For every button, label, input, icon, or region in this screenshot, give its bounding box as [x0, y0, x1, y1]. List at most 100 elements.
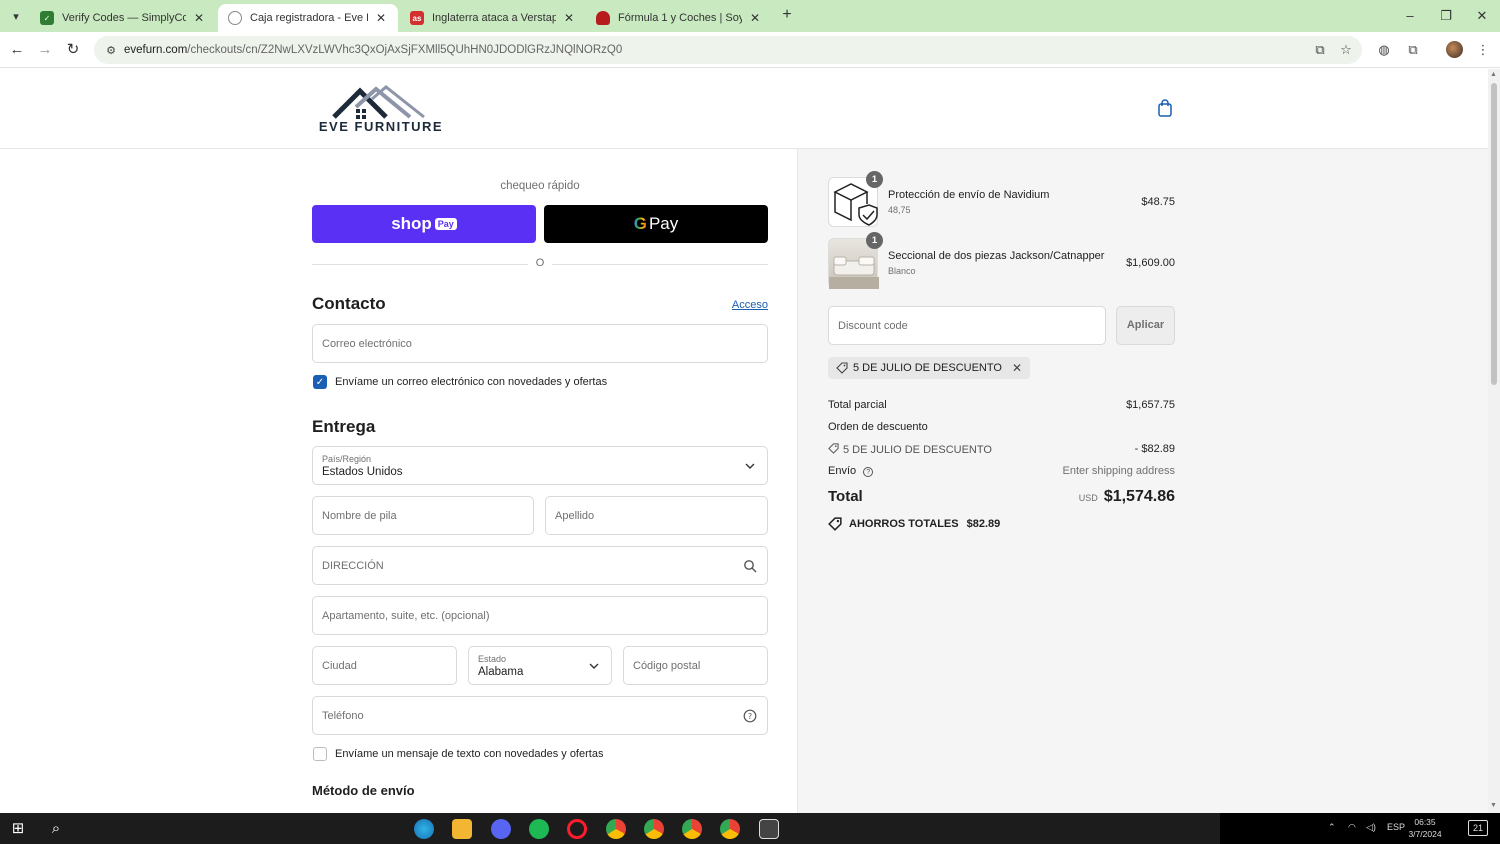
- page-scrollbar[interactable]: ▲ ▼: [1488, 69, 1500, 813]
- chrome-icon[interactable]: [682, 819, 702, 839]
- cart-item: 1 Seccional de dos piezas Jackson/Catnap…: [828, 232, 1175, 289]
- chrome-icon[interactable]: [644, 819, 664, 839]
- tab-eve-furniture[interactable]: Caja registradora - Eve Furniture ✕: [218, 4, 398, 32]
- simplycodes-icon: ✓: [40, 11, 54, 25]
- city-field[interactable]: Ciudad: [312, 646, 457, 685]
- svg-text:?: ?: [748, 712, 752, 721]
- tab-as[interactable]: as Inglaterra ataca a Verstappen: "... ✕: [400, 4, 586, 32]
- subtotal-row: Total parcial $1,657.75: [828, 399, 1175, 411]
- discount-code-row: 5 DE JULIO DE DESCUENTO - $82.89: [828, 443, 1175, 456]
- tab-simplycodes[interactable]: ✓ Verify Codes — SimplyCodes ✕: [30, 4, 216, 32]
- discord-icon[interactable]: [491, 819, 511, 839]
- product-thumbnail: 1: [828, 232, 883, 289]
- minimize-icon[interactable]: –: [1400, 6, 1420, 26]
- menu-kebab-icon[interactable]: ⋮: [1473, 40, 1493, 60]
- network-icon[interactable]: ◠: [1348, 822, 1356, 833]
- calculator-icon[interactable]: [759, 819, 779, 839]
- translate-icon[interactable]: ⧉: [1310, 40, 1330, 60]
- last-name-field[interactable]: Apellido: [545, 496, 768, 535]
- scroll-down-icon[interactable]: ▼: [1490, 802, 1497, 809]
- store-logo[interactable]: EVE FURNITURE: [316, 85, 446, 135]
- help-circle-icon[interactable]: ?: [743, 709, 757, 723]
- country-select[interactable]: País/Región Estados Unidos: [312, 446, 768, 485]
- search-icon[interactable]: [743, 559, 757, 573]
- delivery-title: Entrega: [312, 417, 376, 436]
- close-tab-icon[interactable]: ✕: [562, 11, 576, 25]
- apply-discount-button[interactable]: Aplicar: [1116, 306, 1175, 345]
- chevron-down-icon: [589, 663, 599, 669]
- back-icon[interactable]: ←: [7, 40, 27, 60]
- spotify-icon[interactable]: [529, 819, 549, 839]
- scroll-thumb[interactable]: [1491, 83, 1497, 385]
- item-name: Protección de envío de Navidium: [888, 189, 1050, 201]
- total-row: Total USD $1,574.86: [828, 488, 1175, 505]
- divider-or-text: O: [528, 257, 552, 269]
- product-thumbnail: 1: [828, 171, 883, 227]
- zip-field[interactable]: Código postal: [623, 646, 768, 685]
- chrome-icon[interactable]: [720, 819, 740, 839]
- savings-tag-icon: [828, 517, 842, 531]
- close-tab-icon[interactable]: ✕: [192, 11, 206, 25]
- tray-chevron-icon[interactable]: ⌃: [1328, 822, 1336, 833]
- email-field[interactable]: Correo electrónico: [312, 324, 768, 363]
- cart-item: 1 Protección de envío de Navidium 48,75 …: [828, 171, 1175, 227]
- browser-tab-bar: ▾ ✓ Verify Codes — SimplyCodes ✕ Caja re…: [0, 0, 1500, 32]
- windows-taskbar: ⊞ ⌕ ⌃ ◠ ◁) ESP 06:35 3/7/2024 21: [0, 813, 1500, 844]
- express-checkout-label: chequeo rápido: [500, 180, 580, 192]
- close-window-icon[interactable]: ✕: [1472, 6, 1492, 26]
- first-name-field[interactable]: Nombre de pila: [312, 496, 534, 535]
- close-tab-icon[interactable]: ✕: [748, 11, 762, 25]
- restore-icon[interactable]: ❐: [1436, 6, 1456, 26]
- windows-start-icon[interactable]: ⊞: [8, 819, 28, 839]
- taskbar-clock[interactable]: 06:35 3/7/2024: [1402, 816, 1448, 840]
- google-pay-button[interactable]: G Pay: [544, 205, 768, 243]
- tab-soymotor[interactable]: Fórmula 1 y Coches | SoyMotor.com ✕: [586, 4, 772, 32]
- edge-icon[interactable]: [414, 819, 434, 839]
- shop-pay-button[interactable]: shop Pay: [312, 205, 536, 243]
- newsletter-checkbox-row[interactable]: ✓ Envíame un correo electrónico con nove…: [313, 375, 607, 389]
- store-header: EVE FURNITURE: [0, 69, 1488, 149]
- search-icon[interactable]: ⌕: [46, 819, 66, 839]
- checkbox-checked-icon[interactable]: ✓: [313, 375, 327, 389]
- checkout-form: chequeo rápido shop Pay G Pay O Contacto…: [0, 149, 798, 813]
- login-link[interactable]: Acceso: [712, 299, 768, 311]
- profile-avatar[interactable]: [1446, 41, 1463, 58]
- apartment-field[interactable]: Apartamento, suite, etc. (opcional): [312, 596, 768, 635]
- as-icon: as: [410, 11, 424, 25]
- browser-toolbar: ← → ↻ ⚙ evefurn.com/checkouts/cn/Z2NwLXV…: [0, 32, 1500, 68]
- bookmark-star-icon[interactable]: ☆: [1336, 40, 1356, 60]
- contact-title: Contacto: [312, 294, 386, 313]
- notification-icon[interactable]: 21: [1468, 820, 1488, 836]
- checkout-page: EVE FURNITURE chequeo rápido shop Pay G …: [0, 69, 1488, 813]
- google-g-icon: G: [633, 214, 647, 233]
- discount-code-input[interactable]: Discount code: [828, 306, 1106, 345]
- vpn-globe-icon[interactable]: ◍: [1374, 40, 1394, 60]
- shopping-bag-icon[interactable]: [1156, 99, 1174, 117]
- help-circle-icon[interactable]: ?: [863, 467, 874, 477]
- item-variant: 48,75: [888, 205, 911, 215]
- checkbox-unchecked-icon[interactable]: [313, 747, 327, 761]
- state-select[interactable]: Estado Alabama: [468, 646, 612, 685]
- close-tab-icon[interactable]: ✕: [374, 11, 388, 25]
- total-savings: AHORROS TOTALES $82.89: [828, 517, 1008, 531]
- address-bar[interactable]: ⚙ evefurn.com/checkouts/cn/Z2NwLXVzLWVhc…: [94, 36, 1362, 64]
- volume-icon[interactable]: ◁): [1366, 822, 1376, 833]
- reload-icon[interactable]: ↻: [63, 40, 83, 60]
- site-settings-icon[interactable]: ⚙: [98, 44, 124, 57]
- phone-field[interactable]: Teléfono ?: [312, 696, 768, 735]
- url-text: evefurn.com/checkouts/cn/Z2NwLXVzLWVhc3Q…: [124, 44, 623, 56]
- remove-discount-icon[interactable]: ✕: [1012, 361, 1022, 375]
- tab-search-icon[interactable]: ▾: [6, 6, 26, 26]
- opera-icon[interactable]: [567, 819, 587, 839]
- address-field[interactable]: DIRECCIÓN: [312, 546, 768, 585]
- file-explorer-icon[interactable]: [452, 819, 472, 839]
- chrome-icon[interactable]: [606, 819, 626, 839]
- globe-icon: [228, 11, 242, 25]
- new-tab-button[interactable]: +: [778, 6, 796, 24]
- sms-checkbox-row[interactable]: Envíame un mensaje de texto con novedade…: [313, 747, 603, 761]
- extensions-icon[interactable]: ⧉: [1403, 40, 1423, 60]
- quantity-badge: 1: [866, 171, 883, 188]
- scroll-up-icon[interactable]: ▲: [1490, 71, 1497, 78]
- forward-icon[interactable]: →: [35, 40, 55, 60]
- item-price: $48.75: [1141, 196, 1175, 208]
